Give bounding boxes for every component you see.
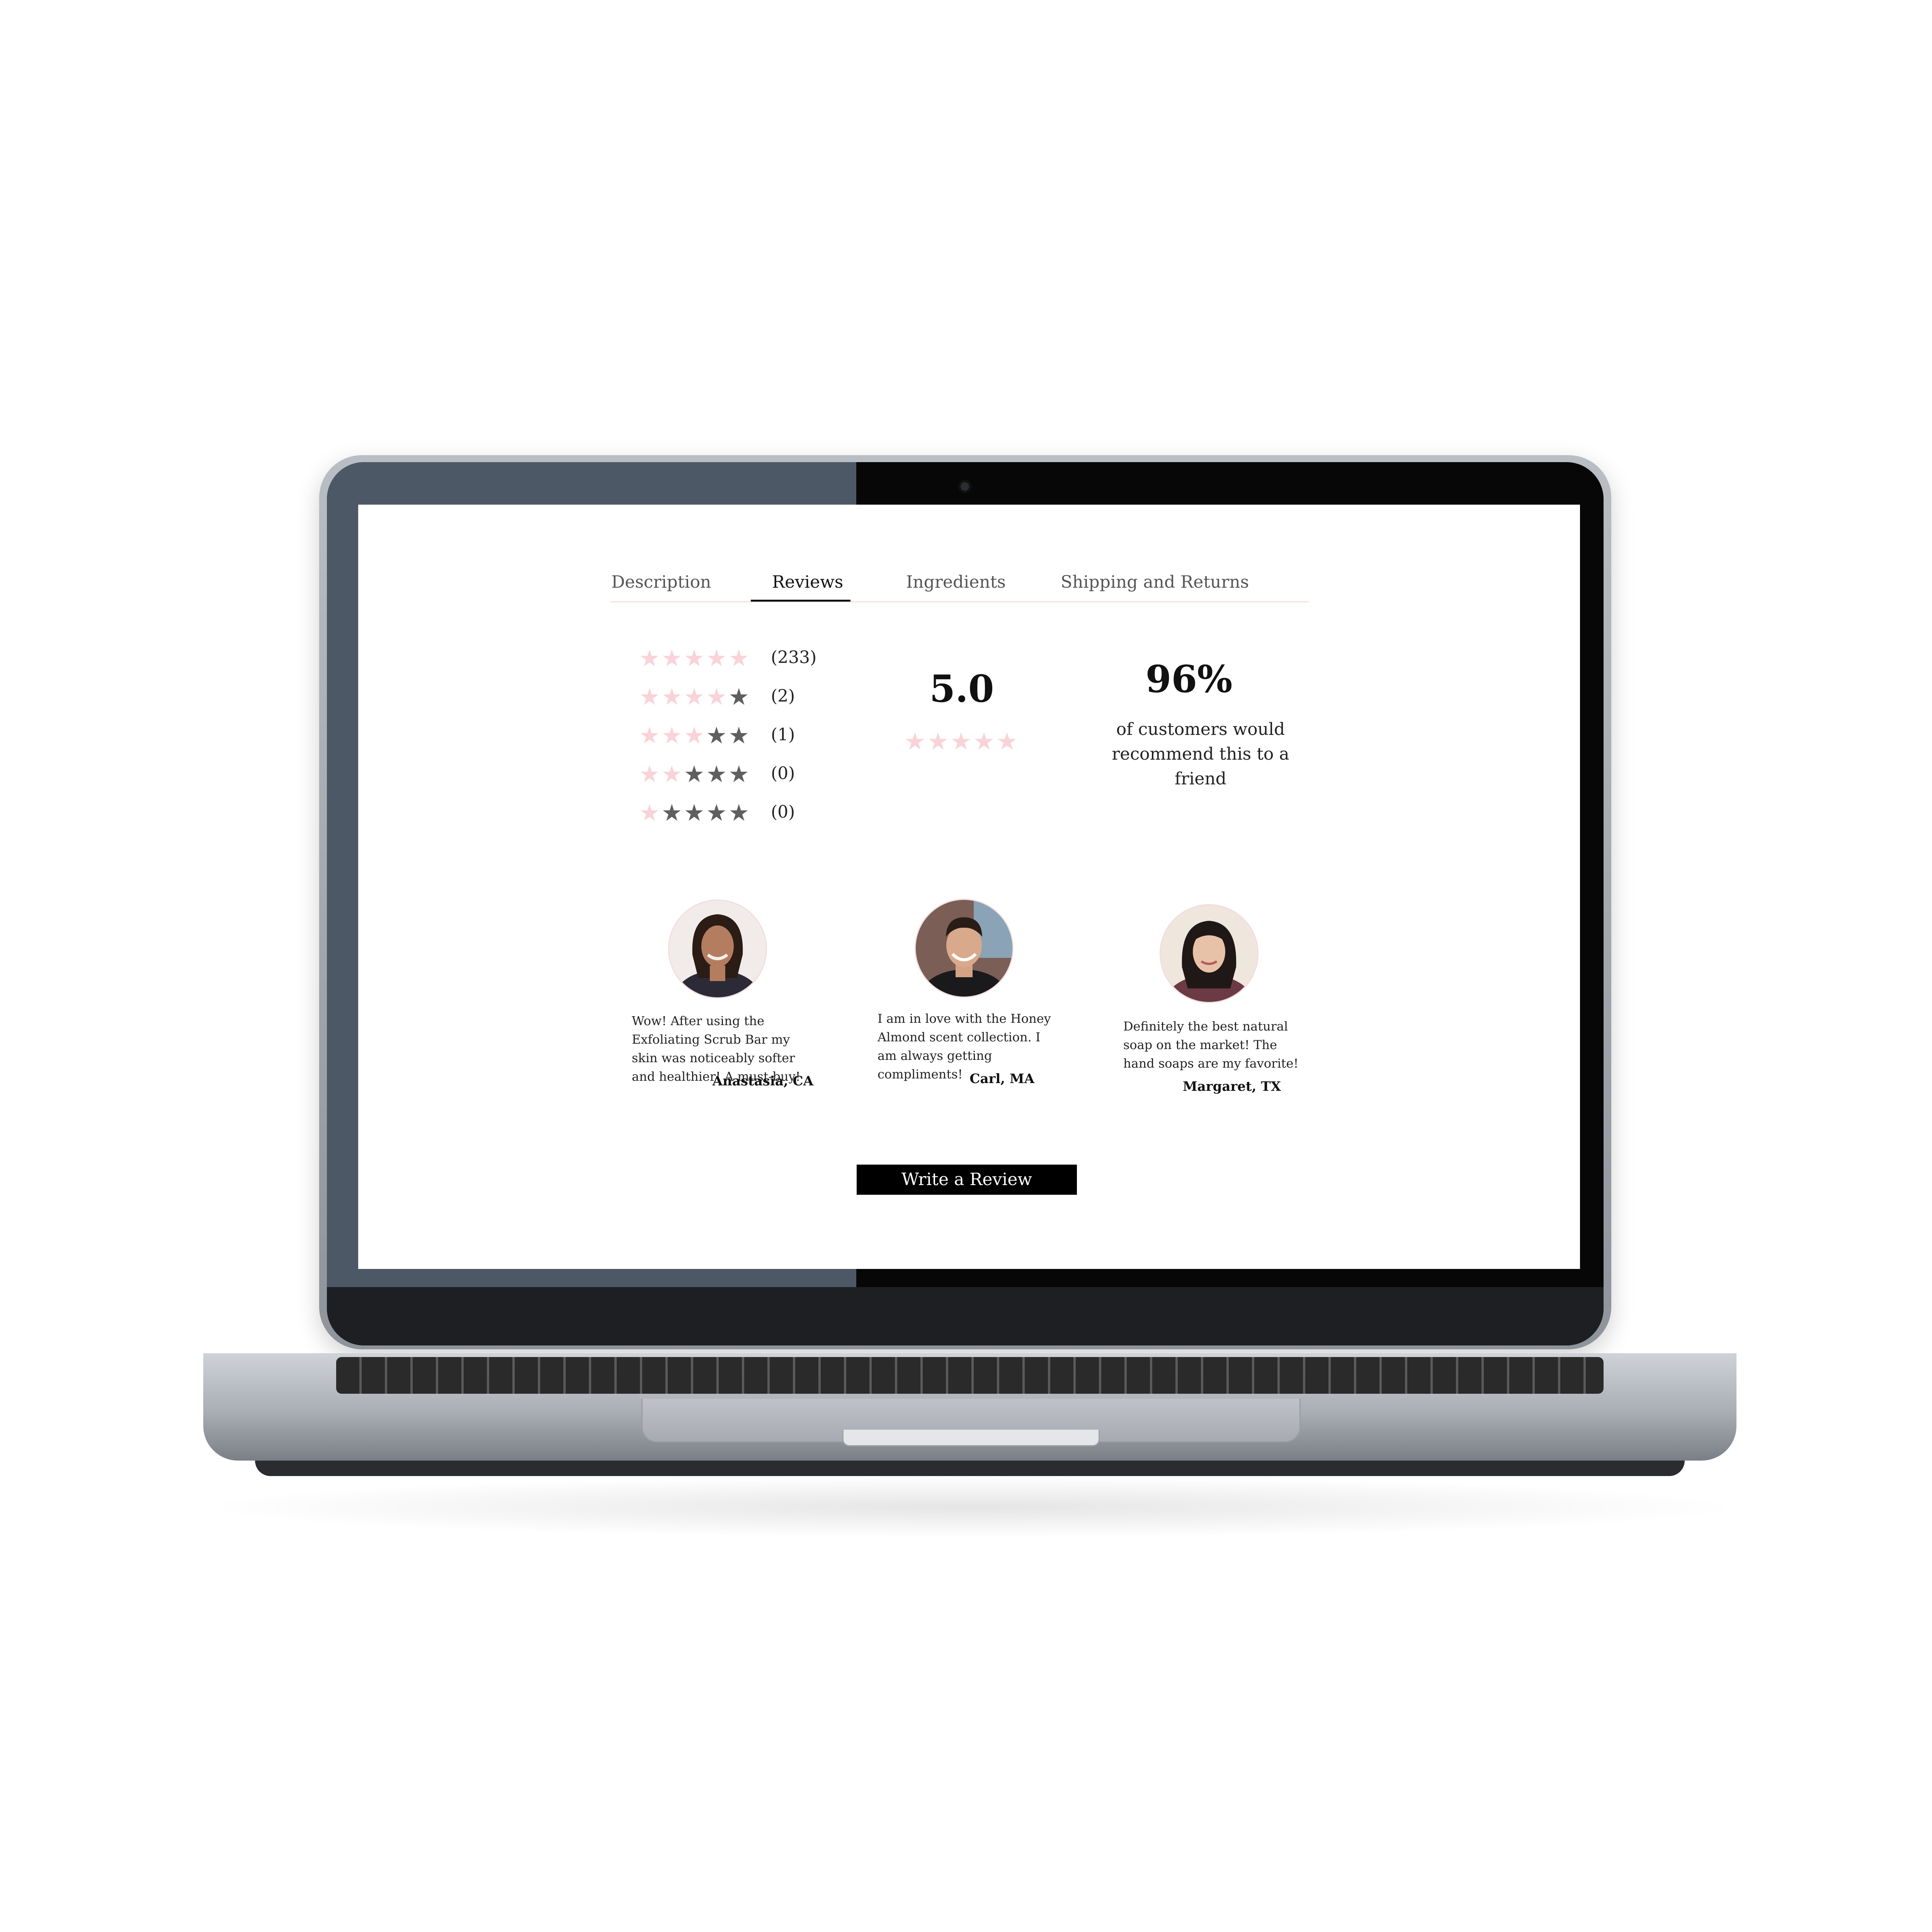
base-lip [255,1461,1685,1476]
star-icon: ★ [927,727,951,755]
rating-row-stars[interactable]: ★★★★★ [639,647,751,670]
rating-row-stars[interactable]: ★★★★★ [639,763,751,786]
write-review-button[interactable]: Write a Review [857,1165,1077,1195]
avatar-anastasia-image [669,901,766,997]
base-notch [842,1430,1100,1446]
star-icon: ★ [728,645,751,672]
star-icon: ★ [684,645,706,672]
star-icon: ★ [706,799,729,827]
star-icon: ★ [684,722,706,749]
keyboard [336,1357,1604,1394]
star-icon: ★ [728,799,751,827]
star-icon: ★ [706,722,729,749]
star-icon: ★ [996,727,1019,755]
rating-row-stars[interactable]: ★★★★★ [639,724,751,747]
star-icon: ★ [904,727,927,755]
star-icon: ★ [728,722,751,749]
review-text: Definitely the best natural soap on the … [1123,1019,1299,1071]
star-icon: ★ [639,684,662,711]
active-tab-indicator [751,600,850,602]
star-icon: ★ [639,761,662,788]
star-icon: ★ [661,722,684,749]
camera-icon [961,482,969,491]
star-icon: ★ [706,645,729,672]
rating-row-count[interactable]: (0) [771,802,795,822]
recommend-caption: of customers would recommend this to a f… [1085,717,1316,791]
bezel-chin [327,1287,1604,1345]
star-icon: ★ [639,799,662,827]
star-icon: ★ [706,761,729,788]
screen: Description Reviews Ingredients Shipping… [358,505,1580,1269]
star-icon: ★ [728,684,751,711]
star-icon: ★ [950,727,973,755]
rating-row-count[interactable]: (233) [771,648,816,667]
star-icon: ★ [728,761,751,788]
star-icon: ★ [684,684,706,711]
star-icon: ★ [661,799,684,827]
star-icon: ★ [661,684,684,711]
avatar-carl-image [916,900,1012,997]
recommend-caption-line1: of customers would [1116,719,1285,739]
tab-reviews[interactable]: Reviews [772,572,843,592]
rating-row-count[interactable]: (1) [771,725,795,745]
avatar [1160,904,1259,1003]
recommend-caption-line2: recommend this to a friend [1112,744,1289,789]
star-icon: ★ [661,645,684,672]
star-icon: ★ [706,684,729,711]
star-icon: ★ [973,727,997,755]
tabs-divider [610,601,1309,602]
rating-row-stars[interactable]: ★★★★★ [639,685,751,709]
rating-row-count[interactable]: (0) [771,764,795,783]
average-rating: 5.0 [929,667,994,711]
star-icon: ★ [684,761,706,788]
review-author: Anastasia, CA [712,1073,813,1089]
rating-row-count[interactable]: (2) [771,686,795,706]
review-author: Carl, MA [969,1071,1034,1087]
laptop-shadow [193,1476,1747,1538]
tab-shipping-and-returns[interactable]: Shipping and Returns [1061,572,1249,592]
tab-ingredients[interactable]: Ingredients [906,572,1006,592]
star-icon: ★ [684,799,706,827]
star-icon: ★ [639,722,662,749]
average-rating-stars: ★★★★★ [904,727,1020,755]
rating-row-stars[interactable]: ★★★★★ [639,801,751,825]
review-author: Margaret, TX [1183,1079,1281,1094]
recommend-percent: 96% [1145,657,1233,701]
tab-description[interactable]: Description [611,572,711,592]
star-icon: ★ [639,645,662,672]
avatar-margaret-image [1161,905,1257,1002]
avatar [915,899,1014,998]
avatar [668,900,767,998]
star-icon: ★ [661,761,684,788]
